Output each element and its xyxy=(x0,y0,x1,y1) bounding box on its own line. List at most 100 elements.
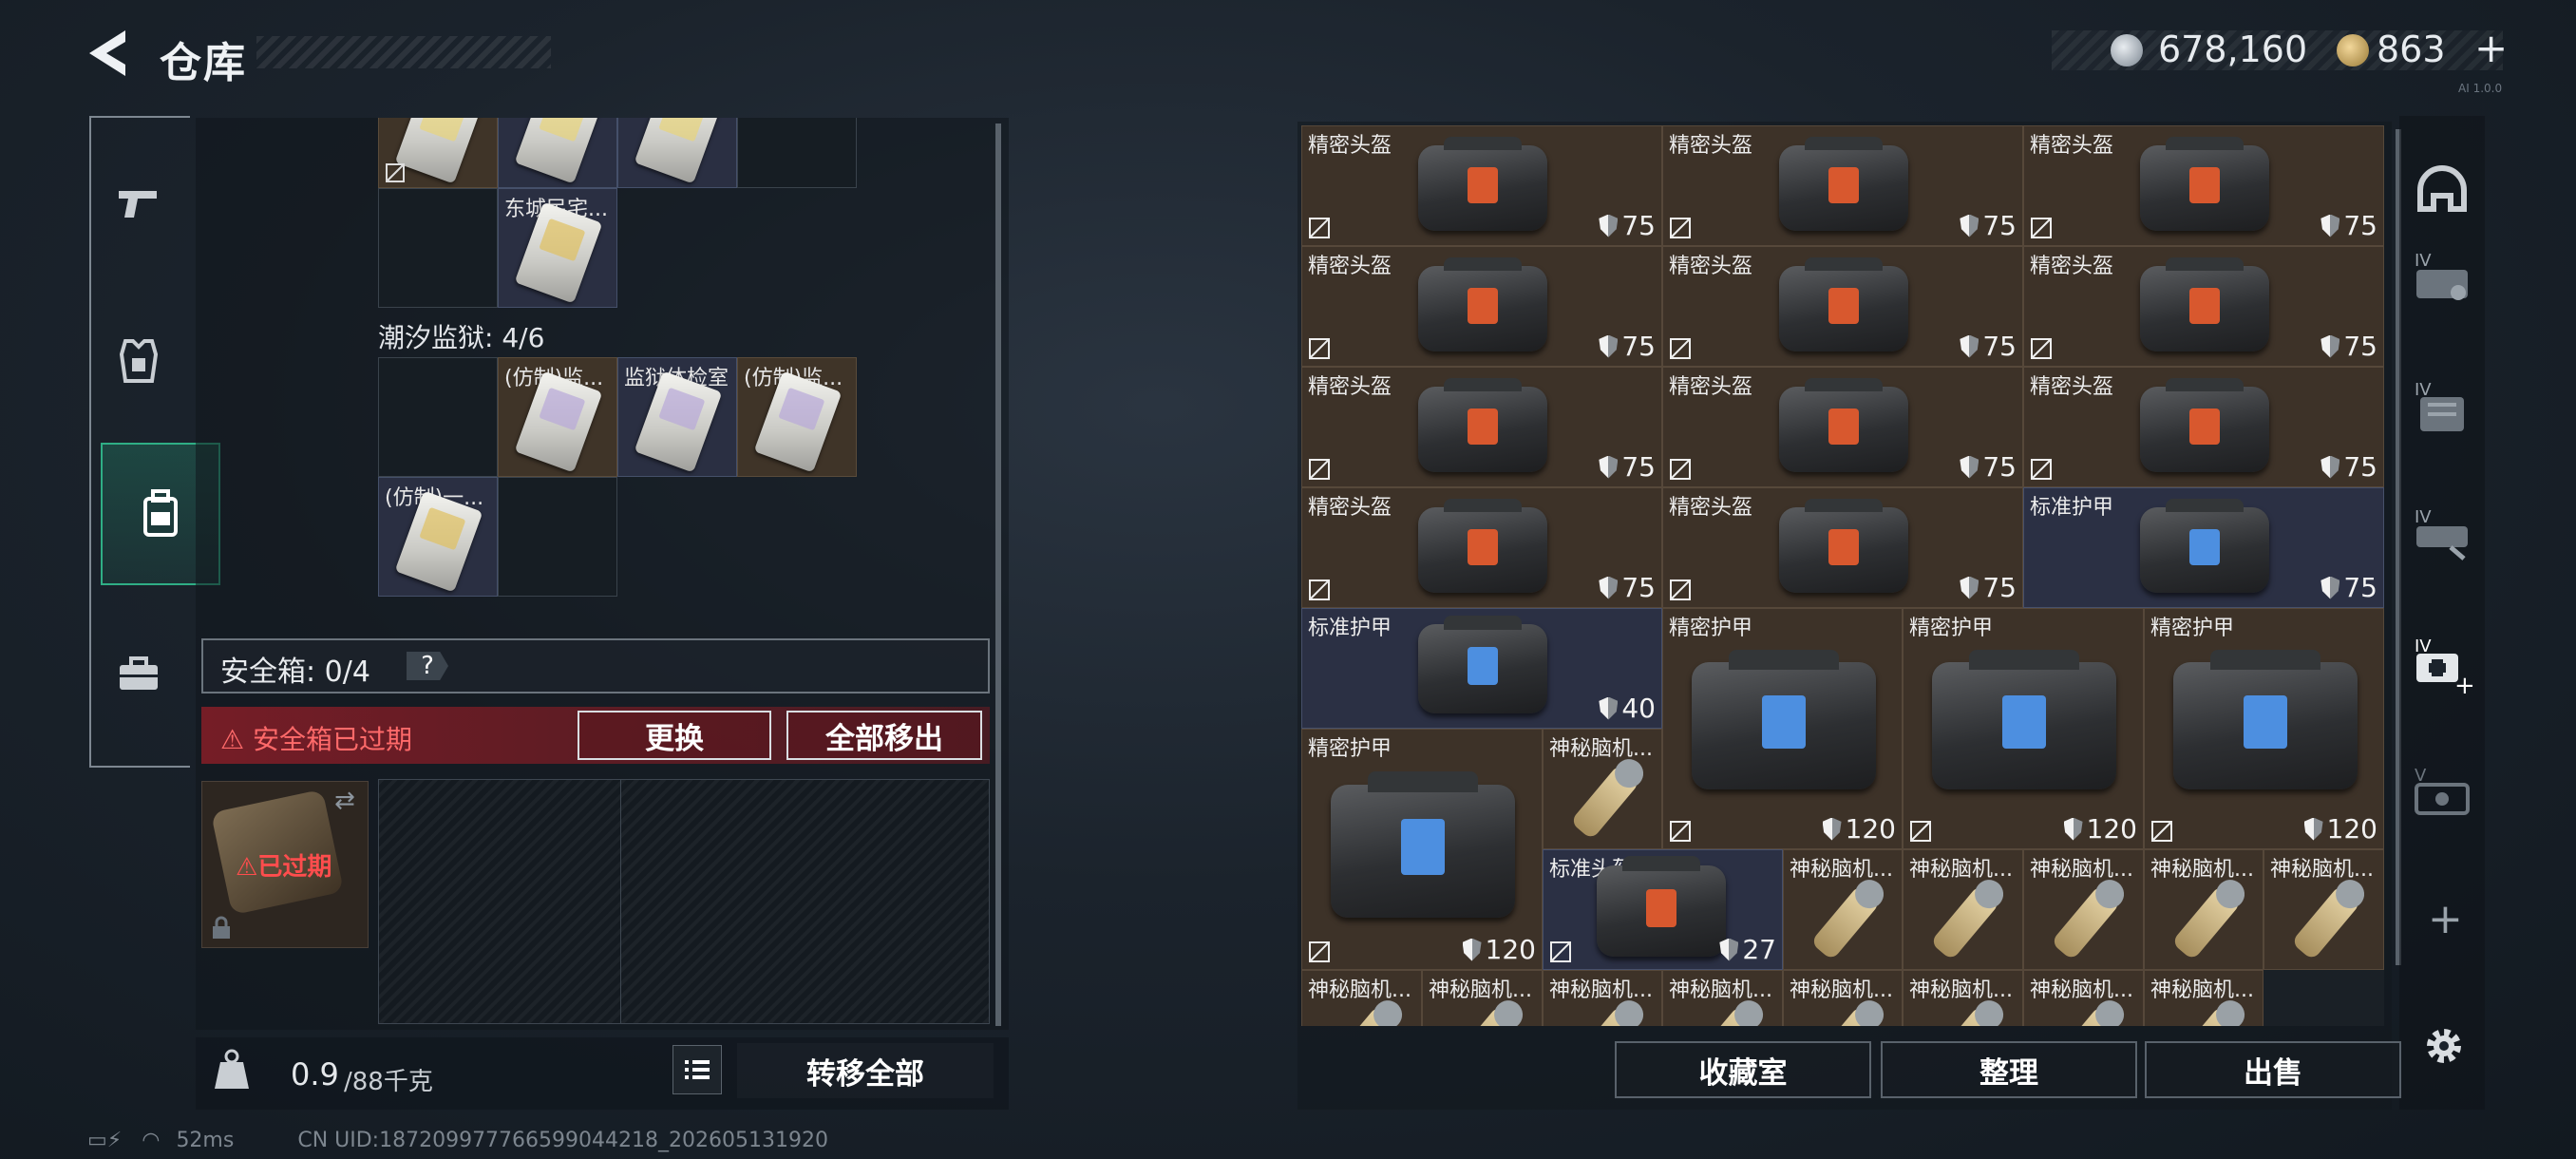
list-view-button[interactable] xyxy=(672,1045,722,1094)
gold-currency-value: 863 xyxy=(2377,28,2446,70)
helmet-bag-image xyxy=(1779,499,1908,593)
list-icon xyxy=(685,1060,710,1079)
helmet-bag-image xyxy=(1779,257,1908,352)
inventory-item[interactable]: 精密头盔 75 xyxy=(2023,367,2384,487)
nav-equipment[interactable] xyxy=(89,290,188,432)
inventory-item[interactable]: 精密头盔 75 xyxy=(1662,125,2023,246)
warning-icon: ⚠ xyxy=(220,724,254,755)
neural-chip-image xyxy=(2170,1004,2243,1026)
inventory-item[interactable]: 标准护甲 40 xyxy=(1301,608,1662,729)
rig-tier-icon: IV xyxy=(2415,507,2468,560)
durability-icon xyxy=(1599,334,1619,358)
back-button[interactable] xyxy=(84,27,141,80)
sort-button[interactable]: 整理 xyxy=(1881,1041,2137,1098)
storage-slot-empty[interactable] xyxy=(737,118,857,188)
ping-value: 52ms xyxy=(176,1129,235,1152)
ticket-tier-icon: V xyxy=(2415,766,2470,815)
svg-text:IV: IV xyxy=(2415,507,2432,527)
inventory-item[interactable]: 神秘脑机... xyxy=(1301,970,1422,1026)
nav-tools[interactable] xyxy=(89,603,188,746)
transfer-all-button[interactable]: 转移全部 xyxy=(737,1043,994,1098)
sell-button[interactable]: 出售 xyxy=(2145,1041,2401,1098)
collection-room-button[interactable]: 收藏室 xyxy=(1615,1041,1871,1098)
inventory-item[interactable]: 神秘脑机... xyxy=(1543,729,1662,849)
inventory-item[interactable]: 标准头盔 27 xyxy=(1543,849,1783,970)
inventory-item[interactable]: 精密护甲 120 xyxy=(2144,608,2384,849)
wifi-icon: ◠ xyxy=(142,1129,161,1152)
inventory-item[interactable]: 神秘脑机... xyxy=(2023,849,2144,970)
inventory-item[interactable]: 标准护甲 75 xyxy=(2023,487,2384,608)
inventory-item[interactable]: 神秘脑机... xyxy=(2023,970,2144,1026)
inventory-item[interactable]: 精密头盔 75 xyxy=(1301,125,1662,246)
warning-icon: ⚠ xyxy=(236,853,258,882)
inventory-item[interactable]: 神秘脑机... xyxy=(2263,849,2384,970)
durability-icon xyxy=(2320,576,2340,599)
inventory-item[interactable]: 神秘脑机... xyxy=(1903,970,2023,1026)
storage-slot-empty[interactable] xyxy=(378,357,498,477)
move-all-out-button[interactable]: 全部移出 xyxy=(786,711,982,760)
rail-armor-tier[interactable]: IV xyxy=(2409,245,2475,312)
inventory-item[interactable]: 精密头盔 75 xyxy=(2023,125,2384,246)
toolbox-icon xyxy=(120,656,158,690)
inventory-item[interactable]: 精密护甲 120 xyxy=(1662,608,1903,849)
inventory-item[interactable]: 神秘脑机... xyxy=(1662,970,1783,1026)
no-drop-icon xyxy=(2031,218,2052,238)
inventory-item[interactable]: 神秘脑机... xyxy=(1422,970,1543,1026)
storage-scrollbar[interactable] xyxy=(995,124,1001,1026)
inventory-item[interactable]: 神秘脑机... xyxy=(1903,849,2023,970)
add-currency-button[interactable]: + xyxy=(2474,25,2508,71)
inventory-item[interactable]: 神秘脑机... xyxy=(1543,970,1662,1026)
armor-bag-image xyxy=(2173,649,2358,789)
backpack-tier-icon: IV xyxy=(2415,380,2464,431)
storage-slot[interactable]: (仿制)监... xyxy=(737,357,857,477)
storage-slot[interactable]: (仿制)监... xyxy=(498,357,617,477)
rail-ticket-tier[interactable]: V xyxy=(2409,760,2475,826)
medkit-tier-icon: IV + xyxy=(2415,636,2475,700)
gold-coin-icon xyxy=(2337,34,2369,66)
inventory-item[interactable]: 精密头盔 75 xyxy=(1662,487,2023,608)
storage-slot[interactable] xyxy=(378,118,498,188)
inventory-item[interactable]: 精密头盔 75 xyxy=(1662,367,2023,487)
inventory-grid[interactable]: 精密头盔 75 精密头盔 75 精密头盔 75 精密头盔 75 精密头盔 75 … xyxy=(1301,125,2384,1026)
rail-add-button[interactable]: + xyxy=(2428,895,2463,943)
rail-medkit-tier[interactable]: IV + xyxy=(2409,631,2475,700)
storage-slot[interactable] xyxy=(498,118,617,188)
inventory-item[interactable]: 精密头盔 75 xyxy=(1301,246,1662,367)
no-drop-icon xyxy=(1670,580,1691,600)
storage-slot[interactable]: 监狱体检室 xyxy=(617,357,737,477)
rail-helmet[interactable] xyxy=(2409,158,2475,224)
no-drop-icon xyxy=(1670,218,1691,238)
storage-slot-empty[interactable] xyxy=(498,477,617,597)
inventory-item[interactable]: 精密头盔 75 xyxy=(1301,367,1662,487)
inventory-item[interactable]: 神秘脑机... xyxy=(1783,849,1903,970)
helmet-bag-image xyxy=(1779,378,1908,472)
durability-icon xyxy=(1719,938,1739,961)
no-drop-icon xyxy=(2151,821,2172,842)
durability-icon xyxy=(1462,938,1482,961)
storage-slot[interactable] xyxy=(617,118,737,188)
inventory-item[interactable]: 精密头盔 75 xyxy=(2023,246,2384,367)
helmet-icon xyxy=(2417,165,2467,212)
inventory-item[interactable]: 神秘脑机... xyxy=(1783,970,1903,1026)
helmet-bag-image xyxy=(1418,499,1547,593)
no-drop-icon xyxy=(1670,338,1691,359)
durability-icon xyxy=(2320,214,2340,238)
safe-box-grid[interactable] xyxy=(378,779,990,1024)
inventory-item[interactable]: 神秘脑机... xyxy=(2144,849,2263,970)
settings-button[interactable] xyxy=(2420,1022,2468,1070)
inventory-item[interactable]: 精密护甲 120 xyxy=(1903,608,2144,849)
inventory-item[interactable]: 精密头盔 75 xyxy=(1301,487,1662,608)
storage-slot-empty[interactable] xyxy=(378,188,498,308)
rail-backpack-tier[interactable]: IV xyxy=(2409,374,2475,441)
item-expired-label: ⚠已过期 xyxy=(236,853,332,882)
svg-text:IV: IV xyxy=(2415,636,2432,656)
replace-button[interactable]: 更换 xyxy=(578,711,771,760)
storage-slot[interactable]: (仿制)一... xyxy=(378,477,498,597)
storage-slot[interactable]: 东城民宅... xyxy=(498,188,617,308)
inventory-item[interactable]: 精密护甲 120 xyxy=(1301,729,1543,970)
inventory-item[interactable]: 精密头盔 75 xyxy=(1662,246,2023,367)
inventory-item[interactable]: 神秘脑机... xyxy=(2144,970,2263,1026)
rail-rig-tier[interactable]: IV xyxy=(2409,502,2475,568)
safe-box-help-button[interactable]: ? xyxy=(407,652,448,680)
nav-weapon[interactable] xyxy=(89,133,188,276)
